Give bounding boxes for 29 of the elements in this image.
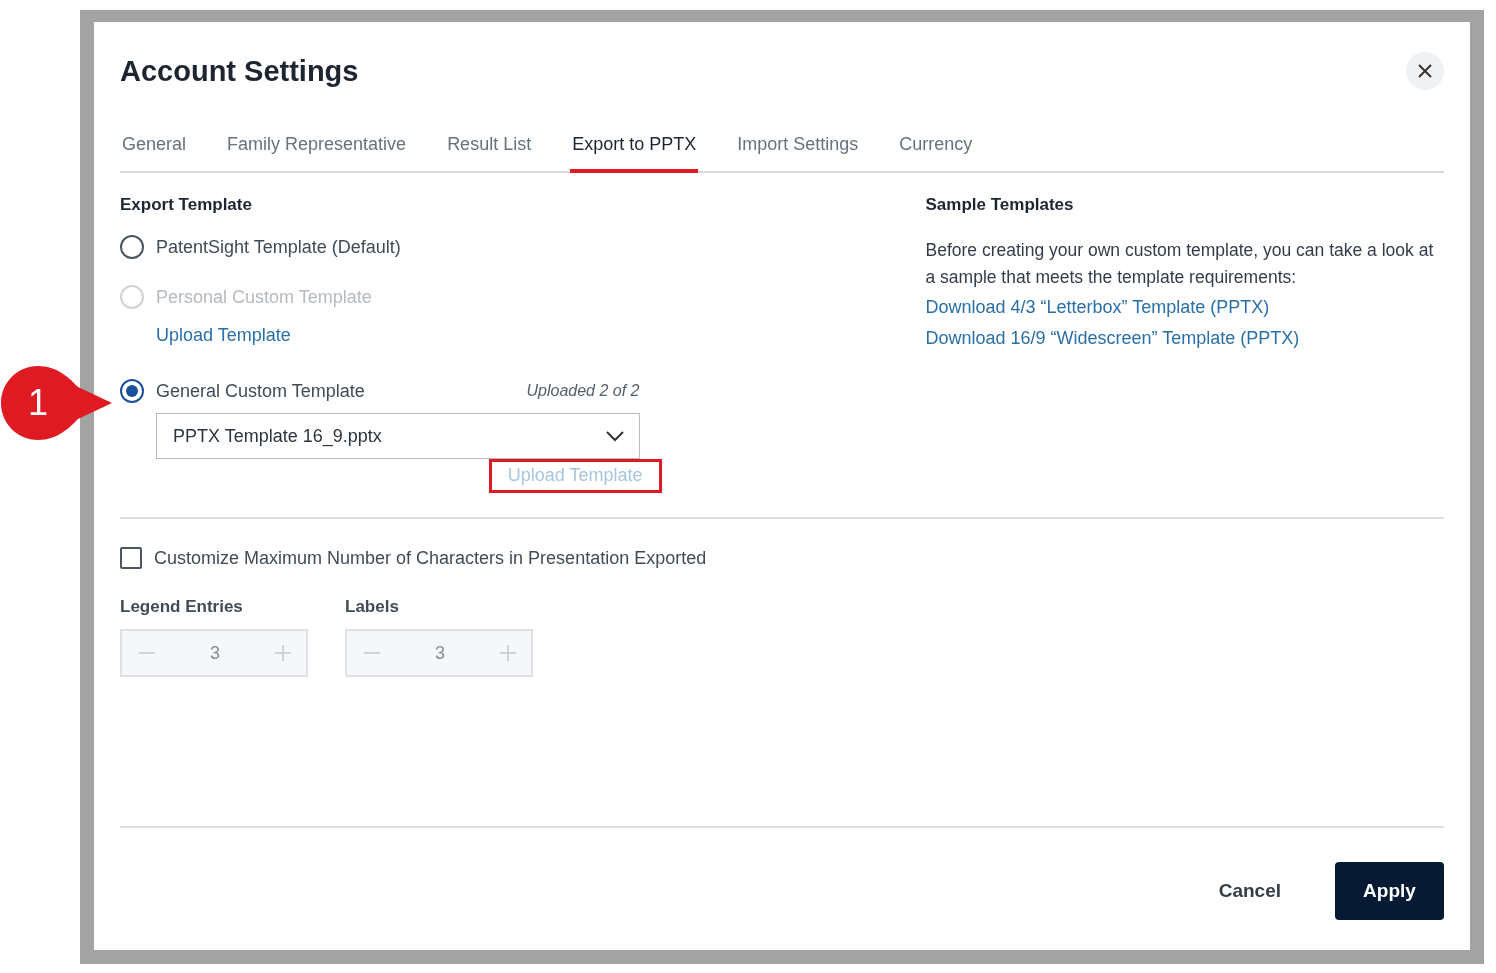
checkbox-label: Customize Maximum Number of Characters in Presentation Exported bbox=[154, 547, 707, 569]
radio-label: Personal Custom Template bbox=[156, 286, 372, 308]
radio-label: General Custom Template bbox=[156, 380, 365, 402]
apply-button[interactable]: Apply bbox=[1335, 862, 1444, 920]
close-icon bbox=[1417, 63, 1433, 79]
step-callout: 1 bbox=[0, 365, 114, 441]
radio-button[interactable] bbox=[120, 379, 144, 403]
download-link[interactable]: Download 16/9 “Widescreen” Template (PPTX) bbox=[925, 328, 1444, 349]
download-link[interactable]: Download 4/3 “Letterbox” Template (PPTX) bbox=[925, 297, 1444, 318]
dialog-title: Account Settings bbox=[120, 54, 359, 88]
radio-button[interactable] bbox=[120, 235, 144, 259]
upload-count: Uploaded 2 of 2 bbox=[526, 382, 640, 400]
chevron-down-icon bbox=[604, 430, 625, 442]
field-label: Legend Entries bbox=[120, 597, 244, 617]
field-label: Labels bbox=[345, 597, 400, 617]
cancel-button[interactable]: Cancel bbox=[1218, 880, 1281, 902]
tab[interactable]: Export to PPTX bbox=[570, 134, 699, 173]
tab[interactable]: Currency bbox=[897, 134, 975, 173]
template-dropdown[interactable]: PPTX Template 16_9.pptx bbox=[156, 413, 640, 459]
radio-label: PatentSight Template (Default) bbox=[156, 236, 401, 258]
tab[interactable]: Result List bbox=[445, 134, 534, 173]
checkbox[interactable] bbox=[120, 547, 142, 569]
section-heading: Export Template bbox=[120, 195, 253, 215]
tab[interactable]: Family Representative bbox=[225, 134, 409, 173]
description-text: Before creating your own custom template, you can take a look at a sample that meets the template requirements: bbox=[925, 239, 1435, 289]
tab[interactable]: Import Settings bbox=[735, 134, 861, 173]
section-heading: Sample Templates bbox=[925, 195, 1075, 215]
tab[interactable]: General bbox=[120, 134, 189, 173]
close-button[interactable] bbox=[1406, 52, 1444, 90]
